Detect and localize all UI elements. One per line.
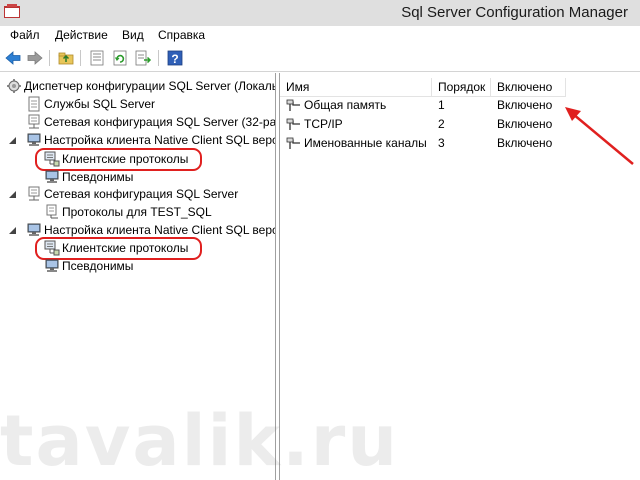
tree-item-label: Настройка клиента Native Client SQL верс <box>44 133 276 147</box>
document-icon <box>28 96 40 112</box>
tree-item-label: Псевдонимы <box>62 259 134 273</box>
window-title: Sql Server Configuration Manager <box>401 4 628 21</box>
title-bar: Sql Server Configuration Manager <box>0 0 640 26</box>
protocols-icon <box>44 151 60 167</box>
help-icon[interactable]: ? <box>166 49 184 67</box>
menu-bar: Файл Действие Вид Справка <box>0 26 640 46</box>
tree-item-label: Диспетчер конфигурации SQL Server (Локал… <box>24 79 276 93</box>
tree-item-label: Службы SQL Server <box>44 97 156 111</box>
refresh-icon[interactable] <box>111 49 129 67</box>
up-folder-icon[interactable] <box>57 49 75 67</box>
toolbar-separator <box>49 50 50 66</box>
tree-item-label: Протоколы для TEST_SQL <box>62 205 212 219</box>
protocol-icon <box>286 99 300 111</box>
protocol-name: Общая память <box>304 98 387 112</box>
list-item[interactable]: TCP/IP 2 Включено <box>280 115 580 134</box>
column-header-name[interactable]: Имя <box>280 78 432 97</box>
svg-text:?: ? <box>171 52 178 66</box>
network-config-icon <box>28 186 40 201</box>
column-header-enabled[interactable]: Включено <box>491 78 566 97</box>
protocols-icon <box>44 240 60 256</box>
tree-item-label: Сетевая конфигурация SQL Server (32-разр <box>44 115 276 129</box>
properties-icon[interactable] <box>88 49 106 67</box>
menu-action[interactable]: Действие <box>55 28 108 42</box>
tree-item-label: Клиентские протоколы <box>62 241 189 255</box>
protocol-order: 2 <box>438 117 445 131</box>
protocol-order: 3 <box>438 136 445 150</box>
sql-manager-icon <box>7 79 21 93</box>
tree-item-label: Псевдонимы <box>62 170 134 184</box>
back-arrow-icon[interactable] <box>4 49 22 67</box>
protocol-enabled: Включено <box>497 136 553 150</box>
toolbar: ? <box>0 46 640 72</box>
toolbar-separator <box>158 50 159 66</box>
list-item[interactable]: Общая память 1 Включено <box>280 96 580 115</box>
export-list-icon[interactable] <box>134 49 152 67</box>
protocol-name: TCP/IP <box>304 117 343 131</box>
client-computer-icon <box>27 223 41 236</box>
menu-file[interactable]: Файл <box>10 28 40 42</box>
collapse-triangle-icon[interactable] <box>8 226 17 235</box>
app-icon <box>4 4 20 18</box>
protocol-enabled: Включено <box>497 117 553 131</box>
aliases-icon <box>45 170 59 183</box>
client-computer-icon <box>27 133 41 146</box>
protocol-name: Именованные каналы <box>304 136 427 150</box>
watermark: tavalik.ru <box>0 400 400 480</box>
collapse-triangle-icon[interactable] <box>8 190 17 199</box>
tree-item-label: Сетевая конфигурация SQL Server <box>44 187 239 201</box>
aliases-icon <box>45 259 59 272</box>
list-item[interactable]: Именованные каналы 3 Включено <box>280 134 580 153</box>
menu-help[interactable]: Справка <box>158 28 205 42</box>
forward-arrow-icon[interactable] <box>26 49 44 67</box>
protocol-icon <box>286 137 300 149</box>
tree-item-label: Клиентские протоколы <box>62 152 189 166</box>
protocol-enabled: Включено <box>497 98 553 112</box>
protocols-icon <box>46 204 58 219</box>
menu-view[interactable]: Вид <box>122 28 144 42</box>
toolbar-separator <box>80 50 81 66</box>
collapse-triangle-icon[interactable] <box>8 136 17 145</box>
protocol-order: 1 <box>438 98 445 112</box>
network-config-icon <box>28 114 40 129</box>
column-header-order[interactable]: Порядок <box>432 78 491 97</box>
red-annotation-arrow <box>565 107 634 165</box>
protocol-icon <box>286 118 300 130</box>
